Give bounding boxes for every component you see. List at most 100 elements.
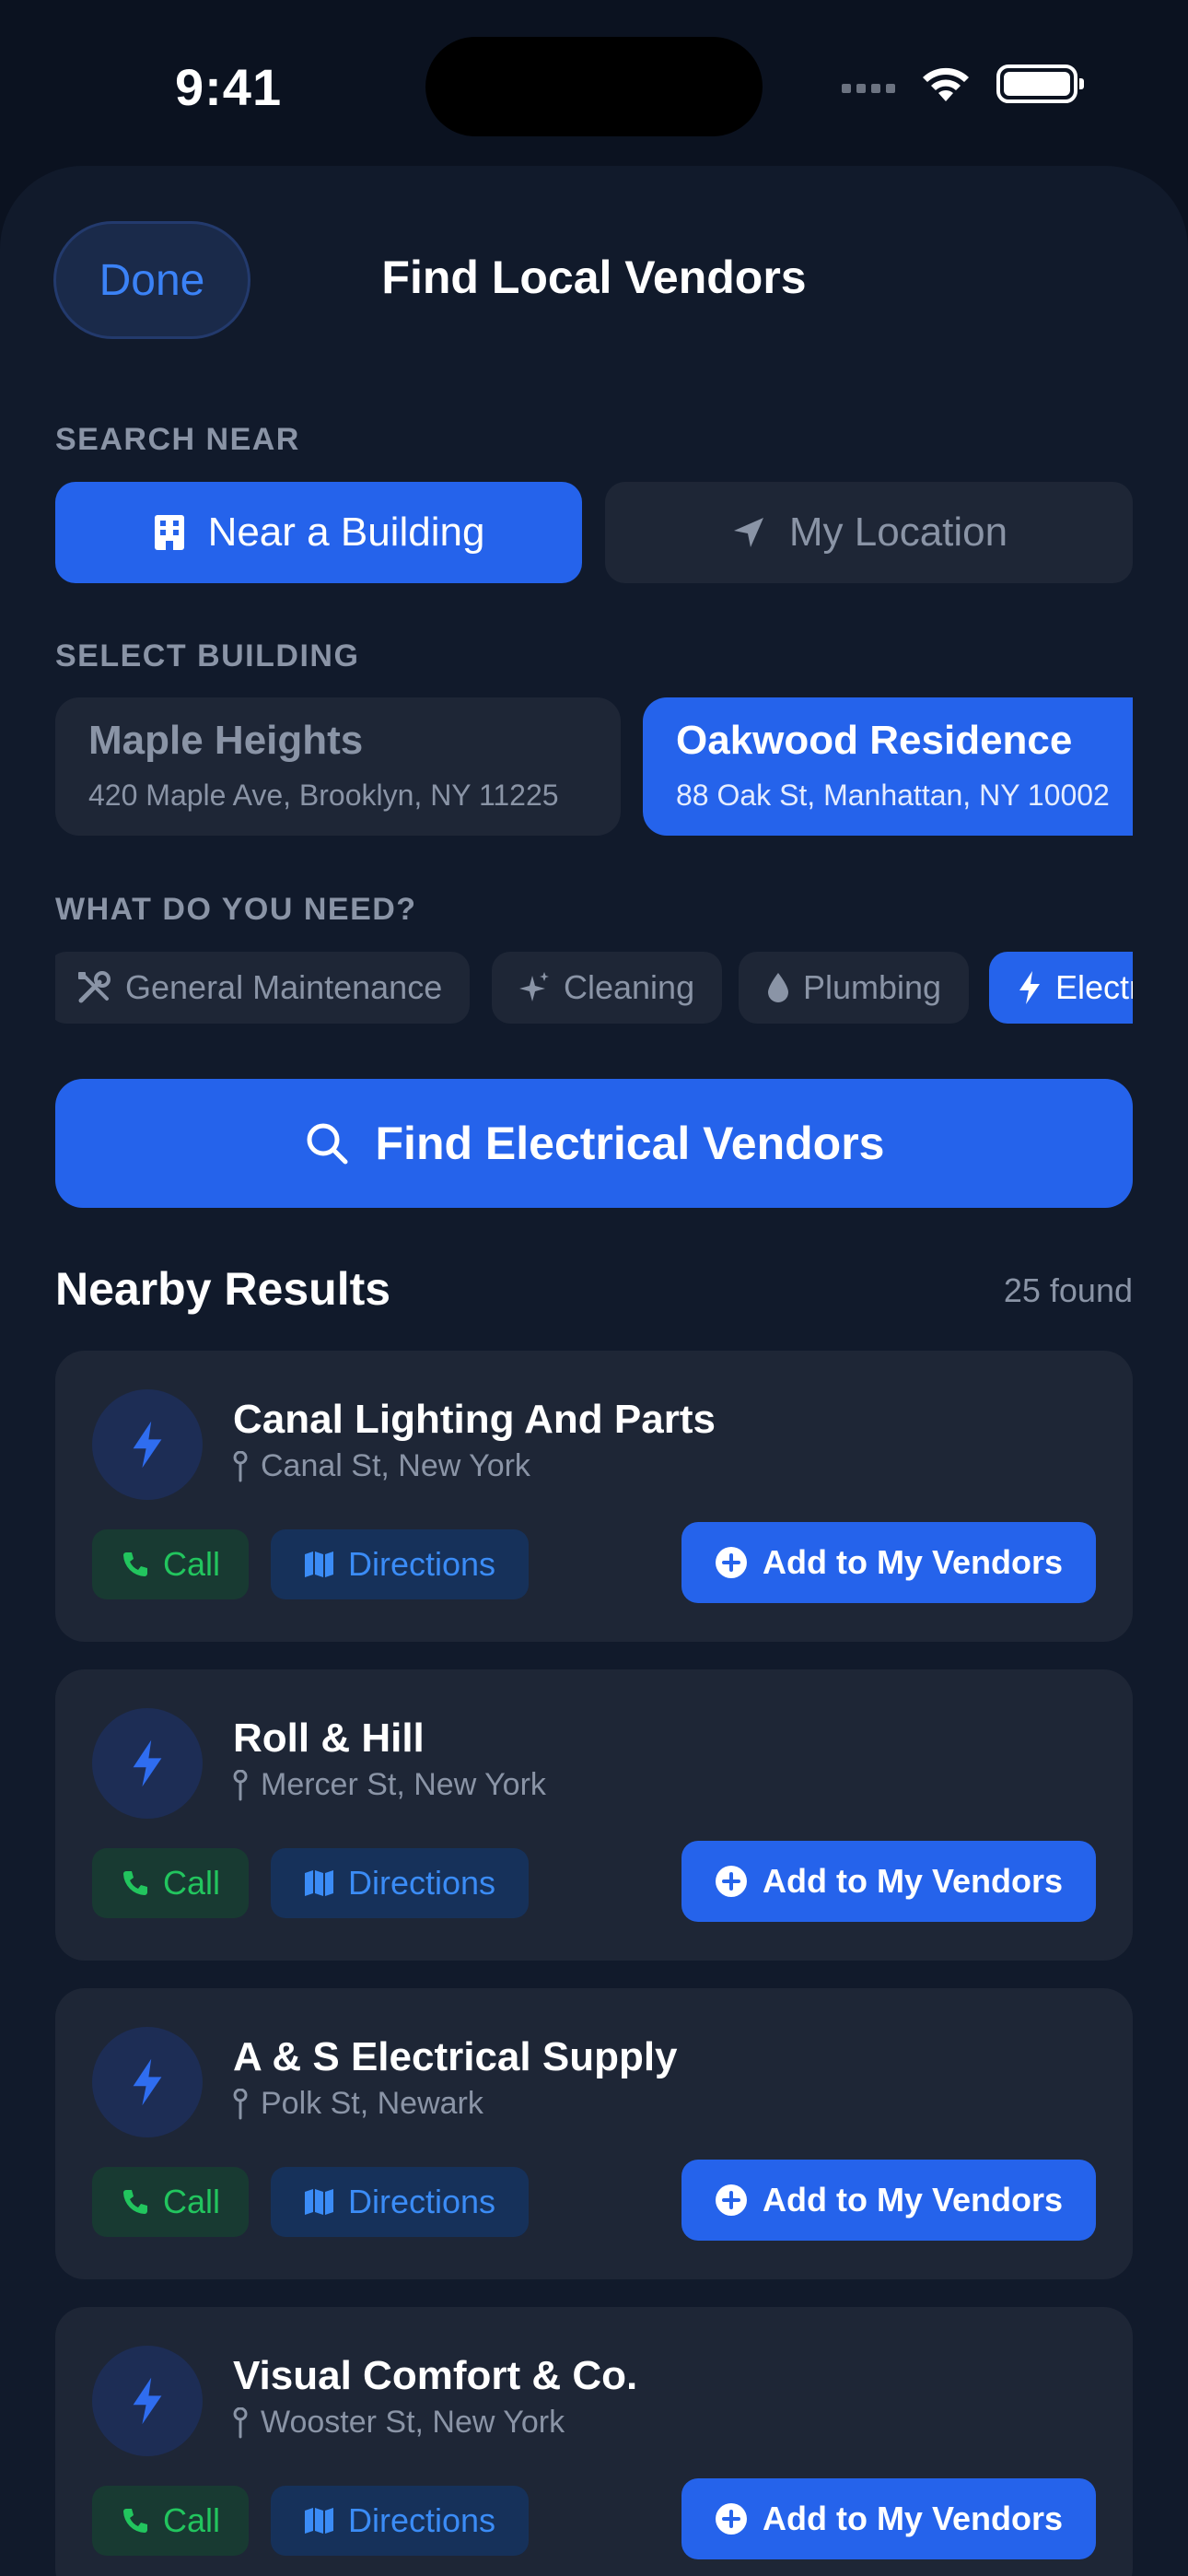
plus-circle-icon: [715, 2503, 747, 2535]
category-chip-electrical[interactable]: Electrical: [989, 952, 1133, 1024]
directions-button[interactable]: Directions: [271, 1529, 529, 1599]
bolt-icon: [133, 2377, 162, 2425]
directions-label: Directions: [347, 1864, 496, 1902]
battery-icon: [996, 64, 1084, 103]
call-button[interactable]: Call: [92, 1529, 249, 1599]
vendor-avatar: [92, 2027, 203, 2137]
add-to-my-vendors-label: Add to My Vendors: [762, 1543, 1064, 1581]
vendor-name: A & S Electrical Supply: [233, 2034, 678, 2079]
vendor-location: Canal St, New York: [233, 1448, 530, 1484]
sheet-title: Find Local Vendors: [381, 252, 807, 303]
vendor-card: Visual Comfort & Co. Wooster St, New Yor…: [55, 2307, 1133, 2576]
vendor-location-text: Wooster St, New York: [261, 2405, 565, 2440]
vendor-location: Wooster St, New York: [233, 2405, 565, 2441]
map-pin-icon: [233, 2406, 248, 2438]
vendor-card: Canal Lighting And Parts Canal St, New Y…: [55, 1351, 1133, 1642]
vendor-avatar: [92, 1389, 203, 1500]
what-do-you-need-label: WHAT DO YOU NEED?: [55, 892, 417, 927]
directions-button[interactable]: Directions: [271, 2167, 529, 2237]
bolt-icon: [133, 1421, 162, 1469]
vendor-name: Roll & Hill: [233, 1715, 425, 1761]
status-time: 9:41: [175, 58, 283, 116]
vendor-avatar: [92, 2346, 203, 2456]
directions-button[interactable]: Directions: [271, 2486, 529, 2556]
bolt-icon: [133, 1739, 162, 1787]
vendor-location-text: Mercer St, New York: [261, 1767, 546, 1802]
results-count: 25 found: [1003, 1271, 1133, 1309]
category-chip-plumbing[interactable]: Plumbing: [739, 952, 970, 1024]
cellular-signal-icon: [842, 84, 895, 93]
phone-icon: [122, 2509, 147, 2533]
map-pin-icon: [233, 2088, 248, 2119]
vendor-card: Roll & Hill Mercer St, New York Call Dir…: [55, 1669, 1133, 1961]
add-to-my-vendors-label: Add to My Vendors: [762, 2500, 1064, 2537]
directions-button[interactable]: Directions: [271, 1848, 529, 1918]
plus-circle-icon: [715, 2184, 747, 2216]
map-pin-icon: [233, 1769, 248, 1800]
location-arrow-icon: [733, 518, 763, 547]
select-building-label: SELECT BUILDING: [55, 638, 360, 673]
building-address: 88 Oak St, Manhattan, NY 10002: [676, 779, 1110, 812]
bolt-icon: [133, 2058, 162, 2106]
my-location-button[interactable]: My Location: [605, 482, 1133, 583]
call-button[interactable]: Call: [92, 1848, 249, 1918]
category-label: General Maintenance: [125, 968, 443, 1006]
category-chip-cleaning[interactable]: Cleaning: [492, 952, 723, 1024]
directions-label: Directions: [347, 2183, 496, 2220]
call-label: Call: [162, 2183, 220, 2220]
near-building-label: Near a Building: [207, 509, 485, 555]
vendor-name: Canal Lighting And Parts: [233, 1397, 716, 1442]
add-to-my-vendors-button[interactable]: Add to My Vendors: [681, 1522, 1096, 1603]
near-building-button[interactable]: Near a Building: [55, 482, 582, 583]
bolt-icon: [1019, 971, 1040, 1004]
dynamic-island: [425, 37, 763, 136]
vendor-avatar: [92, 1708, 203, 1819]
map-icon: [304, 2508, 333, 2534]
search-near-label: SEARCH NEAR: [55, 422, 300, 457]
map-icon: [304, 2189, 333, 2215]
call-label: Call: [162, 1545, 220, 1583]
vendor-location-text: Polk St, Newark: [261, 2086, 483, 2121]
call-button[interactable]: Call: [92, 2167, 249, 2237]
find-vendors-label: Find Electrical Vendors: [375, 1118, 885, 1169]
category-chip-general-maintenance[interactable]: General Maintenance: [55, 952, 471, 1024]
category-label: Plumbing: [803, 968, 942, 1006]
phone-icon: [122, 2190, 147, 2214]
search-icon: [307, 1123, 348, 1165]
status-bar: 9:41: [0, 0, 1188, 166]
add-to-my-vendors-label: Add to My Vendors: [762, 1862, 1064, 1900]
call-label: Call: [162, 2501, 220, 2539]
category-label: Electrical: [1055, 968, 1133, 1006]
status-icons: [842, 64, 1084, 103]
call-label: Call: [162, 1864, 220, 1902]
vendor-name: Visual Comfort & Co.: [233, 2353, 638, 2398]
add-to-my-vendors-label: Add to My Vendors: [762, 2181, 1064, 2219]
add-to-my-vendors-button[interactable]: Add to My Vendors: [681, 1841, 1096, 1922]
my-location-label: My Location: [788, 509, 1008, 555]
building-name: Maple Heights: [88, 718, 364, 763]
directions-label: Directions: [347, 1545, 496, 1583]
map-pin-icon: [233, 1450, 248, 1481]
add-to-my-vendors-button[interactable]: Add to My Vendors: [681, 2160, 1096, 2241]
sparkle-icon: [519, 972, 549, 1001]
plus-circle-icon: [715, 1547, 747, 1578]
results-title: Nearby Results: [55, 1263, 391, 1315]
wrench-screwdriver-icon: [78, 971, 111, 1003]
category-chips: General Maintenance Cleaning Plumbing El…: [55, 952, 1133, 1024]
phone-icon: [122, 1871, 147, 1895]
building-card-maple-heights[interactable]: Maple Heights 420 Maple Ave, Brooklyn, N…: [55, 697, 621, 836]
droplet-icon: [768, 973, 788, 1002]
building-name: Oakwood Residence: [676, 718, 1073, 763]
map-icon: [304, 1551, 333, 1577]
category-label: Cleaning: [564, 968, 695, 1006]
building-icon: [154, 515, 184, 550]
building-card-oakwood-residence[interactable]: Oakwood Residence 88 Oak St, Manhattan, …: [643, 697, 1133, 836]
vendor-search-sheet: Done Find Local Vendors SEARCH NEAR Near…: [0, 166, 1188, 2576]
building-address: 420 Maple Ave, Brooklyn, NY 11225: [88, 779, 559, 812]
vendor-card: A & S Electrical Supply Polk St, Newark …: [55, 1988, 1133, 2279]
find-vendors-button[interactable]: Find Electrical Vendors: [55, 1079, 1133, 1208]
phone-icon: [122, 1552, 147, 1576]
vendor-location: Mercer St, New York: [233, 1767, 546, 1803]
call-button[interactable]: Call: [92, 2486, 249, 2556]
add-to-my-vendors-button[interactable]: Add to My Vendors: [681, 2478, 1096, 2559]
